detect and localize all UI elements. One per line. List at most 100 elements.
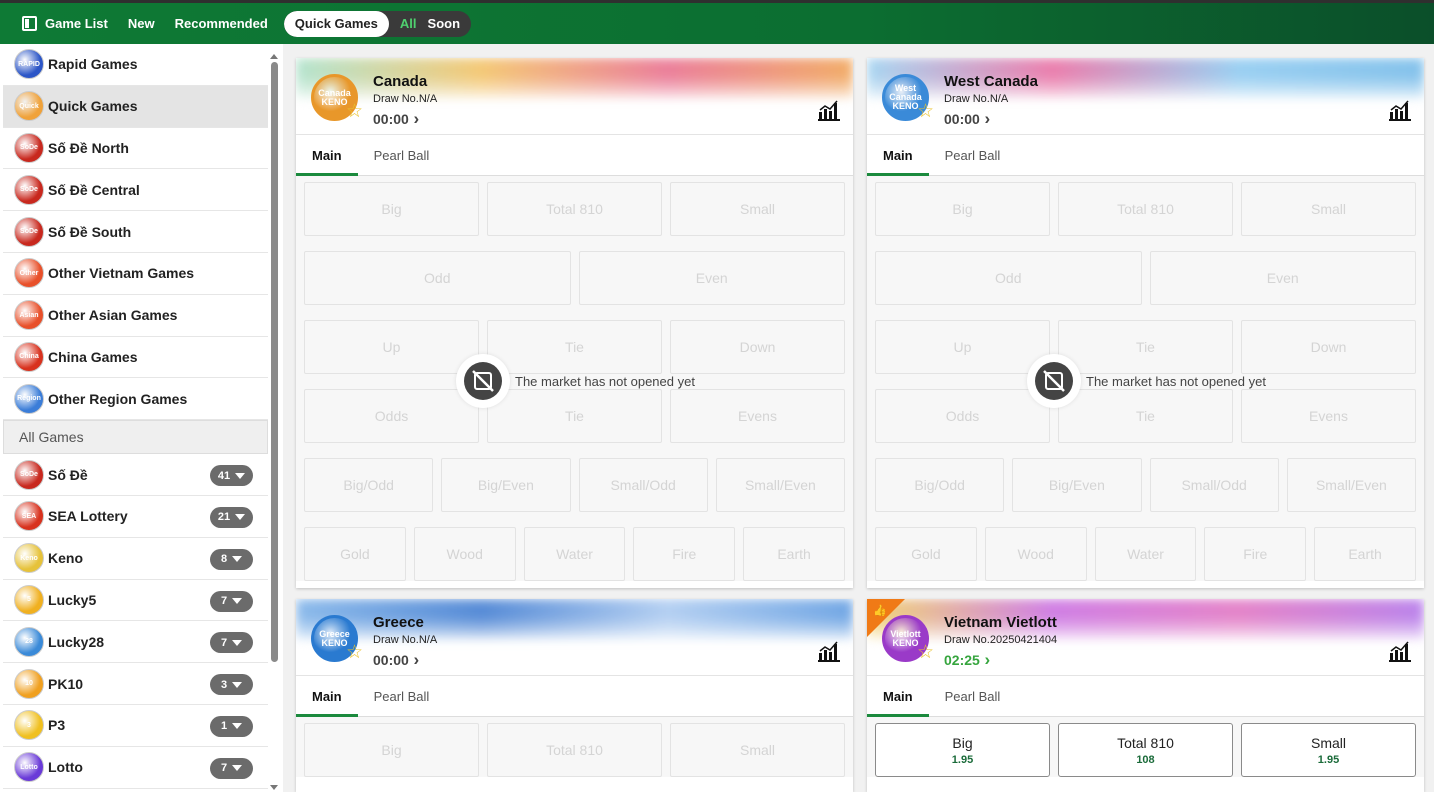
sidebar-item-keno[interactable]: Keno Keno 8 <box>3 538 268 580</box>
bet-option-button: Small <box>1241 182 1416 236</box>
other-vietnam-games-icon: Other <box>14 258 44 289</box>
sidebar-item-so-de-north[interactable]: SoDe Số Đề North <box>3 128 268 170</box>
game-list-button[interactable]: Game List <box>22 16 108 31</box>
tab-main[interactable]: Main <box>296 676 358 717</box>
bet-option-button: Big <box>304 723 479 777</box>
countdown-value: 00:00 <box>373 652 409 668</box>
statistics-chart-icon[interactable] <box>1389 99 1411 121</box>
bet-options-grid: Big Total 810 Small Odd Even Up Tie Down Odds Tie… <box>296 176 853 581</box>
countdown-timer[interactable]: 00:00 › <box>373 650 419 670</box>
favorite-star-icon[interactable]: ☆ <box>346 643 363 662</box>
sidebar-item-so-de[interactable]: SoDe Số Đề 41 <box>3 454 268 496</box>
chevron-right-icon: › <box>979 109 991 128</box>
favorite-star-icon[interactable]: ☆ <box>346 102 363 121</box>
statistics-chart-icon[interactable] <box>1389 640 1411 662</box>
favorite-star-icon[interactable]: ☆ <box>917 643 934 662</box>
bet-option-button: Small/Odd <box>1149 458 1279 512</box>
game-count-badge[interactable]: 41 <box>210 465 253 487</box>
chevron-down-icon <box>232 556 243 563</box>
bet-option-button: Water <box>1094 527 1197 581</box>
scroll-up-arrow-icon[interactable] <box>270 54 278 59</box>
quick-games-filter[interactable]: Quick Games <box>283 10 389 37</box>
sidebar-item-other-asian-games[interactable]: Asian Other Asian Games <box>3 295 268 337</box>
other-region-games-icon: Region <box>14 383 44 414</box>
game-count-badge[interactable]: 7 <box>210 757 253 779</box>
sidebar-item-so-de-central[interactable]: SoDe Số Đề Central <box>3 169 268 212</box>
game-card-header: West Canada KENO ☆ West Canada Draw No.N/A 0… <box>867 58 1424 135</box>
game-count-badge[interactable]: 1 <box>210 715 253 737</box>
sidebar-item-lucky5[interactable]: 5 Lucky5 7 <box>3 580 268 622</box>
bet-option-button: Earth <box>1314 527 1416 581</box>
scrollbar-thumb[interactable] <box>271 62 278 662</box>
bet-option-button: Small <box>670 723 845 777</box>
sidebar-scrollbar[interactable] <box>270 54 279 790</box>
sidebar-item-quick-games[interactable]: Quick Quick Games <box>3 85 268 128</box>
other-asian-games-icon: Asian <box>14 300 44 331</box>
game-count-badge[interactable]: 3 <box>210 674 253 696</box>
sidebar-item-so-de-south[interactable]: SoDe Số Đề South <box>3 211 268 253</box>
game-count-badge[interactable]: 8 <box>210 548 253 570</box>
bet-option-button: Even <box>578 251 845 305</box>
bet-option-button: Total 810 <box>1058 182 1233 236</box>
sidebar-item-p3[interactable]: 3 P3 1 <box>3 705 268 747</box>
tab-pearl-ball[interactable]: Pearl Ball <box>358 676 446 717</box>
bet-option-button[interactable]: Big 1.95 <box>875 723 1050 777</box>
tab-main[interactable]: Main <box>867 135 929 176</box>
statistics-chart-icon[interactable] <box>818 99 840 121</box>
game-card-header: 👍 Vietlott KENO ☆ Vietnam Vietlott Draw No.2… <box>867 599 1424 676</box>
sidebar-item-lotto[interactable]: Lotto Lotto 7 <box>3 747 268 789</box>
countdown-timer[interactable]: 00:00 › <box>944 109 990 129</box>
sidebar-item-china-games[interactable]: China China Games <box>3 337 268 379</box>
tab-main[interactable]: Main <box>296 135 358 176</box>
chevron-right-icon: › <box>408 109 420 128</box>
chevron-down-icon <box>232 639 243 646</box>
bet-option-label: Total 810 <box>1117 734 1174 751</box>
sidebar-item-other-vietnam-games[interactable]: Other Other Vietnam Games <box>3 253 268 295</box>
chevron-down-icon <box>232 765 243 772</box>
game-count-badge[interactable]: 7 <box>210 632 253 654</box>
bet-option-label: Small <box>1310 734 1346 751</box>
all-filter[interactable]: All <box>389 11 428 37</box>
sidebar-item-label: Other Vietnam Games <box>48 265 195 282</box>
all-games-header: All Games <box>3 420 268 455</box>
game-count: 3 <box>220 678 228 691</box>
scroll-down-arrow-icon[interactable] <box>270 785 278 790</box>
countdown-timer[interactable]: 02:25 › <box>944 650 990 670</box>
favorite-star-icon[interactable]: ☆ <box>917 102 934 121</box>
sidebar-toggle-icon <box>22 16 37 31</box>
game-card-header: Greece KENO ☆ Greece Draw No.N/A 00:00 › <box>296 599 853 676</box>
sidebar-item-pk10[interactable]: 10 PK10 3 <box>3 663 268 705</box>
sidebar-item-label: Lotto <box>48 759 83 776</box>
game-count-badge[interactable]: 7 <box>210 590 253 612</box>
countdown-timer[interactable]: 00:00 › <box>373 109 419 129</box>
bet-options-grid: Big Total 810 Small Odd Even Up Tie Down Odds Tie… <box>867 176 1424 581</box>
game-count-badge[interactable]: 21 <box>210 506 253 528</box>
bet-option-button[interactable]: Total 810 108 <box>1058 723 1233 777</box>
top-navigation-bar: Game List New Recommended Quick Games Al… <box>0 0 1434 44</box>
thumbs-up-icon: 👍 <box>873 605 887 617</box>
bet-option-button: Water <box>523 527 626 581</box>
market-closed-message: The market has not opened yet <box>1086 373 1266 389</box>
sidebar-item-sea-lottery[interactable]: SEA SEA Lottery 21 <box>3 496 268 538</box>
tab-pearl-ball[interactable]: Pearl Ball <box>929 676 1017 717</box>
game-title: West Canada <box>944 73 1038 90</box>
tab-pearl-ball[interactable]: Pearl Ball <box>358 135 446 176</box>
tab-main[interactable]: Main <box>867 676 929 717</box>
bet-options-grid: Big 1.95 Total 810 108 Small 1.95 <box>867 717 1424 777</box>
bet-option-button: Down <box>670 320 845 374</box>
sidebar-item-label: Số Đề <box>48 466 88 483</box>
tab-pearl-ball[interactable]: Pearl Ball <box>929 135 1017 176</box>
statistics-chart-icon[interactable] <box>818 640 840 662</box>
recommended-tab[interactable]: Recommended <box>175 16 268 31</box>
sidebar-item-rapid-games[interactable]: RAPID Rapid Games <box>3 44 268 86</box>
bet-option-button[interactable]: Small 1.95 <box>1241 723 1416 777</box>
draw-number: Draw No.N/A <box>373 93 438 105</box>
new-tab[interactable]: New <box>128 16 155 31</box>
bet-option-button: Earth <box>743 527 845 581</box>
sidebar-item-lucky28[interactable]: 28 Lucky28 7 <box>3 621 268 664</box>
sidebar-item-label: Other Region Games <box>48 390 188 407</box>
soon-filter[interactable]: Soon <box>428 11 472 37</box>
bet-option-button: Wood <box>413 527 516 581</box>
sidebar-item-other-region-games[interactable]: Region Other Region Games <box>3 378 268 421</box>
bet-option-button: Big/Odd <box>875 458 1005 512</box>
